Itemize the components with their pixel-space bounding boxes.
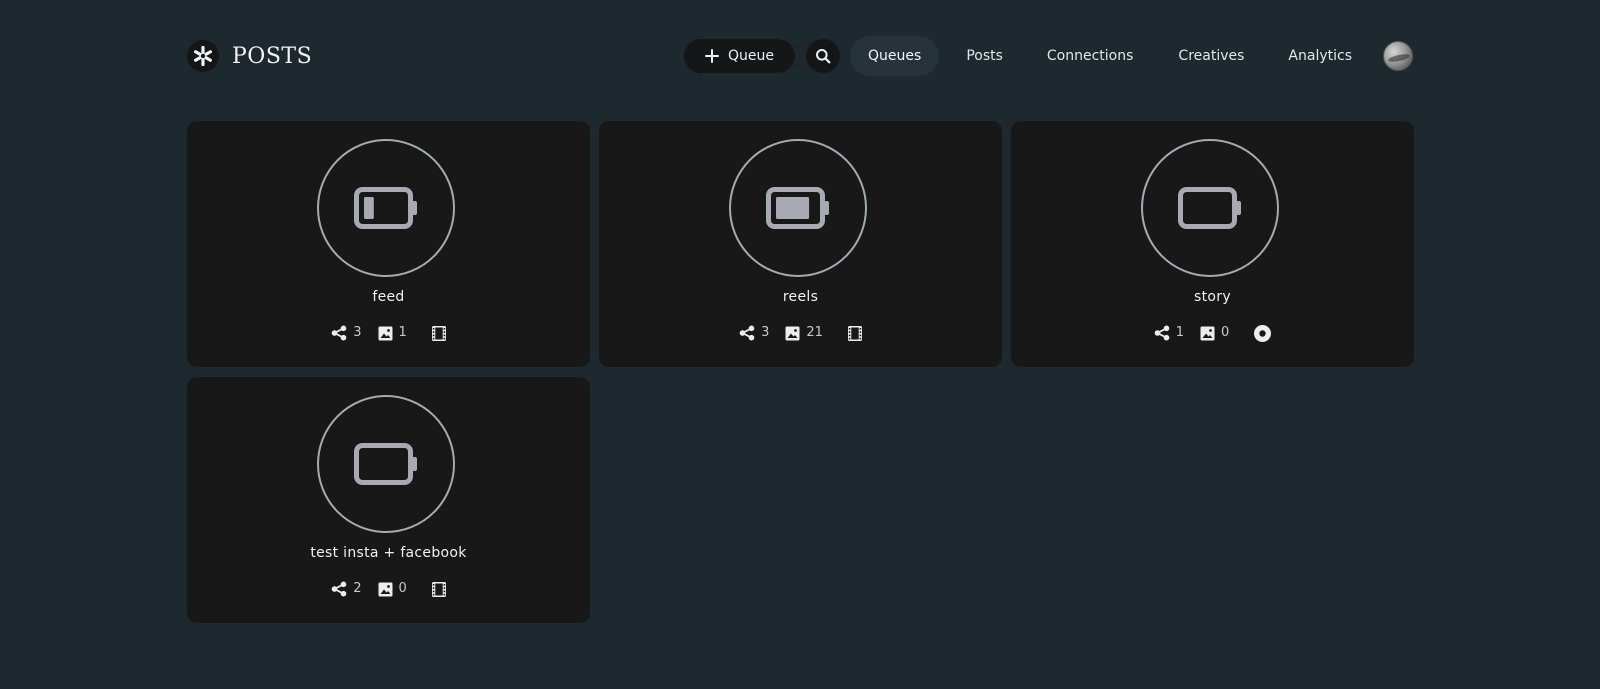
battery-ring — [1141, 139, 1279, 277]
record-icon — [1254, 324, 1272, 342]
nav-posts[interactable]: Posts — [948, 36, 1021, 76]
posts-stat: 0 — [1200, 324, 1230, 341]
posts-count: 0 — [398, 580, 407, 596]
film-icon — [847, 325, 862, 341]
image-icon — [378, 326, 392, 340]
battery-icon — [354, 187, 417, 229]
search-icon — [816, 49, 831, 64]
queue-card-feed[interactable]: feed 3 1 — [187, 121, 590, 367]
nav-connections[interactable]: Connections — [1029, 36, 1152, 76]
queue-title: story — [1194, 289, 1231, 305]
image-icon — [1200, 326, 1215, 340]
film-icon — [431, 581, 446, 597]
share-icon — [331, 325, 347, 341]
battery-icon — [766, 187, 829, 229]
connections-stat: 3 — [331, 324, 362, 341]
connections-stat: 2 — [331, 580, 362, 597]
queue-title: feed — [372, 289, 405, 305]
battery-ring — [729, 139, 867, 277]
posts-stat: 0 — [378, 580, 407, 597]
queue-stats: 3 1 — [187, 324, 590, 342]
queue-card-test-insta-facebook[interactable]: test insta + facebook 2 0 — [187, 377, 590, 623]
queue-title: test insta + facebook — [310, 545, 467, 561]
queue-type — [847, 325, 862, 341]
queue-card-reels[interactable]: reels 3 21 — [599, 121, 1002, 367]
queue-type — [1254, 324, 1272, 342]
film-icon — [431, 325, 446, 341]
brand-name: POSTS — [232, 43, 313, 69]
queue-stats: 3 21 — [599, 324, 1002, 342]
battery-fill — [364, 197, 374, 219]
posts-stat: 1 — [378, 324, 407, 341]
battery-fill — [776, 197, 810, 219]
queue-stats: 1 0 — [1011, 324, 1414, 342]
brand[interactable]: POSTS — [187, 40, 312, 72]
queue-stats: 2 0 — [187, 580, 590, 598]
main-nav: Queue Queues Posts Connections Creatives… — [684, 36, 1413, 76]
connections-count: 3 — [353, 324, 362, 340]
battery-ring — [317, 139, 455, 277]
posts-count: 0 — [1221, 324, 1230, 340]
add-queue-button[interactable]: Queue — [684, 39, 796, 73]
search-button[interactable] — [806, 39, 841, 73]
connections-count: 2 — [353, 580, 362, 596]
battery-icon — [354, 443, 417, 485]
connections-count: 3 — [761, 324, 770, 340]
image-icon — [378, 582, 392, 596]
image-icon — [785, 326, 800, 340]
asterisk-logo-icon — [187, 40, 219, 72]
queue-title: reels — [782, 289, 819, 305]
share-icon — [331, 581, 347, 597]
posts-count: 1 — [398, 324, 407, 340]
share-icon — [739, 325, 755, 341]
queue-type — [431, 581, 446, 597]
connections-stat: 3 — [739, 325, 769, 341]
share-icon — [1154, 325, 1170, 341]
battery-ring — [317, 395, 455, 533]
battery-icon — [1178, 187, 1241, 229]
user-avatar[interactable] — [1383, 41, 1413, 71]
posts-stat: 21 — [785, 324, 823, 341]
connections-count: 1 — [1175, 324, 1184, 340]
posts-count: 21 — [806, 324, 823, 340]
nav-creatives[interactable]: Creatives — [1160, 36, 1262, 76]
nav-queues[interactable]: Queues — [850, 36, 940, 76]
top-bar: POSTS Queue Queues Posts Connections Cre… — [187, 36, 1413, 76]
queue-card-story[interactable]: story 1 0 — [1011, 121, 1414, 367]
queue-type — [431, 325, 446, 341]
plus-icon — [705, 49, 720, 63]
add-queue-label: Queue — [728, 48, 775, 64]
connections-stat: 1 — [1154, 325, 1184, 341]
nav-analytics[interactable]: Analytics — [1270, 36, 1370, 76]
